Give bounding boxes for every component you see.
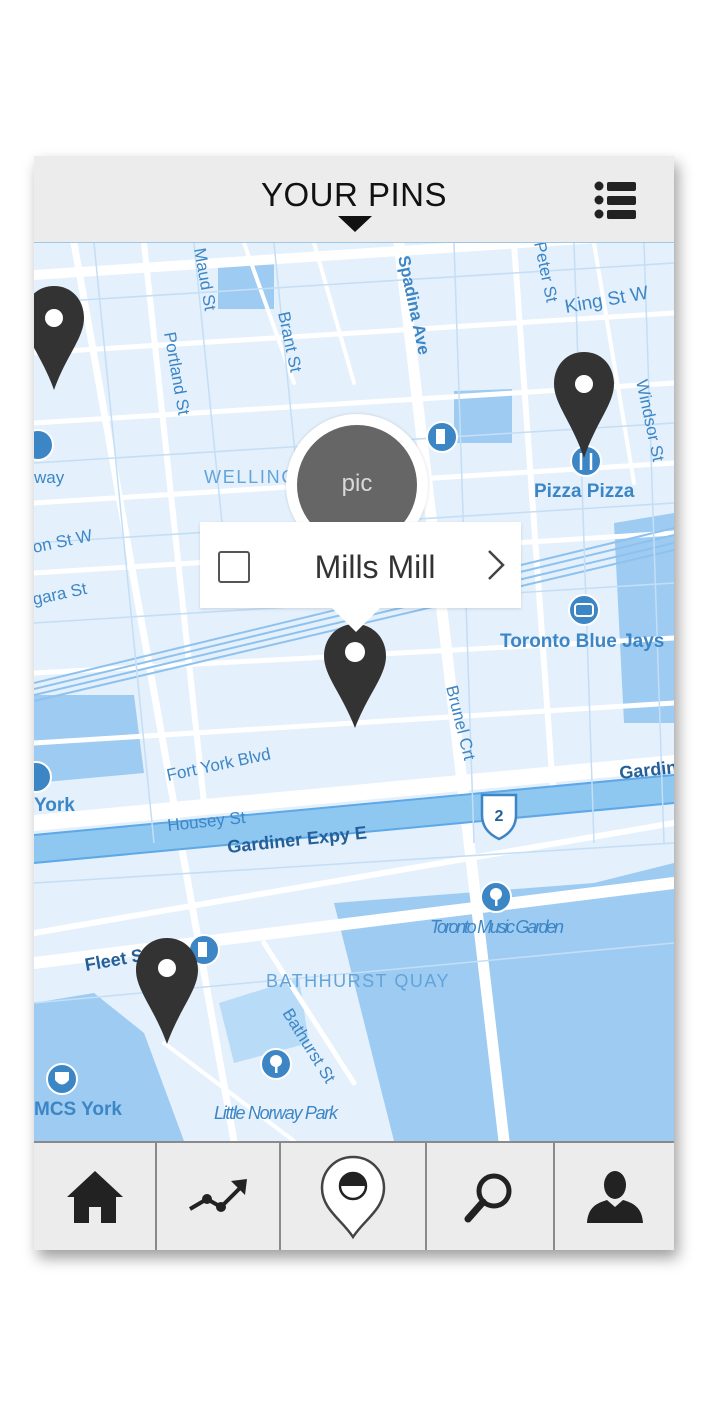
street-label: way — [34, 468, 65, 487]
area-label: BATHHURST QUAY — [266, 971, 450, 991]
highway-shield-number: 2 — [495, 808, 504, 825]
poi-label: Toronto Blue Jays — [500, 631, 664, 652]
poi-label: Little Norway Park — [214, 1103, 339, 1123]
park-icon[interactable] — [260, 1048, 292, 1080]
trend-chart-icon — [188, 1178, 247, 1212]
poi-label: York — [34, 795, 75, 816]
poi-label: Pizza Pizza — [534, 481, 635, 502]
tab-pins[interactable] — [281, 1143, 427, 1250]
popup-pointer — [330, 606, 382, 632]
home-icon — [66, 1170, 123, 1223]
tab-home[interactable] — [34, 1143, 157, 1250]
map-pin-icon[interactable] — [134, 936, 200, 1046]
bottom-tab-bar — [34, 1141, 674, 1250]
tab-trends[interactable] — [157, 1143, 281, 1250]
stadium-icon[interactable] — [568, 594, 600, 626]
park-icon[interactable] — [480, 881, 512, 913]
poi-label: Toronto Music Garden — [430, 917, 564, 937]
tab-profile[interactable] — [555, 1143, 674, 1250]
chevron-right-icon[interactable] — [484, 548, 508, 582]
gas-station-icon[interactable] — [426, 421, 458, 453]
place-checkbox[interactable] — [218, 551, 250, 583]
map-pin-icon[interactable] — [552, 350, 616, 462]
map-pin-icon[interactable] — [34, 284, 86, 394]
place-name: Mills Mill — [314, 549, 436, 585]
list-icon[interactable] — [594, 180, 638, 220]
poi-label: MCS York — [34, 1099, 122, 1120]
search-icon — [464, 1173, 512, 1222]
selected-map-pin-icon[interactable] — [322, 622, 388, 730]
user-icon — [586, 1170, 643, 1223]
top-bar: YOUR PINS — [34, 156, 674, 243]
page-title[interactable]: YOUR PINS — [34, 176, 674, 214]
map-pin-icon — [320, 1155, 386, 1239]
place-popup-card[interactable]: Mills Mill — [200, 522, 521, 608]
school-icon[interactable] — [46, 1063, 78, 1095]
phone-screen: YOUR PINS Maud St Brant St Spadina Ave P… — [34, 156, 674, 1250]
dropdown-caret-icon[interactable] — [338, 216, 372, 232]
tab-search[interactable] — [427, 1143, 555, 1250]
